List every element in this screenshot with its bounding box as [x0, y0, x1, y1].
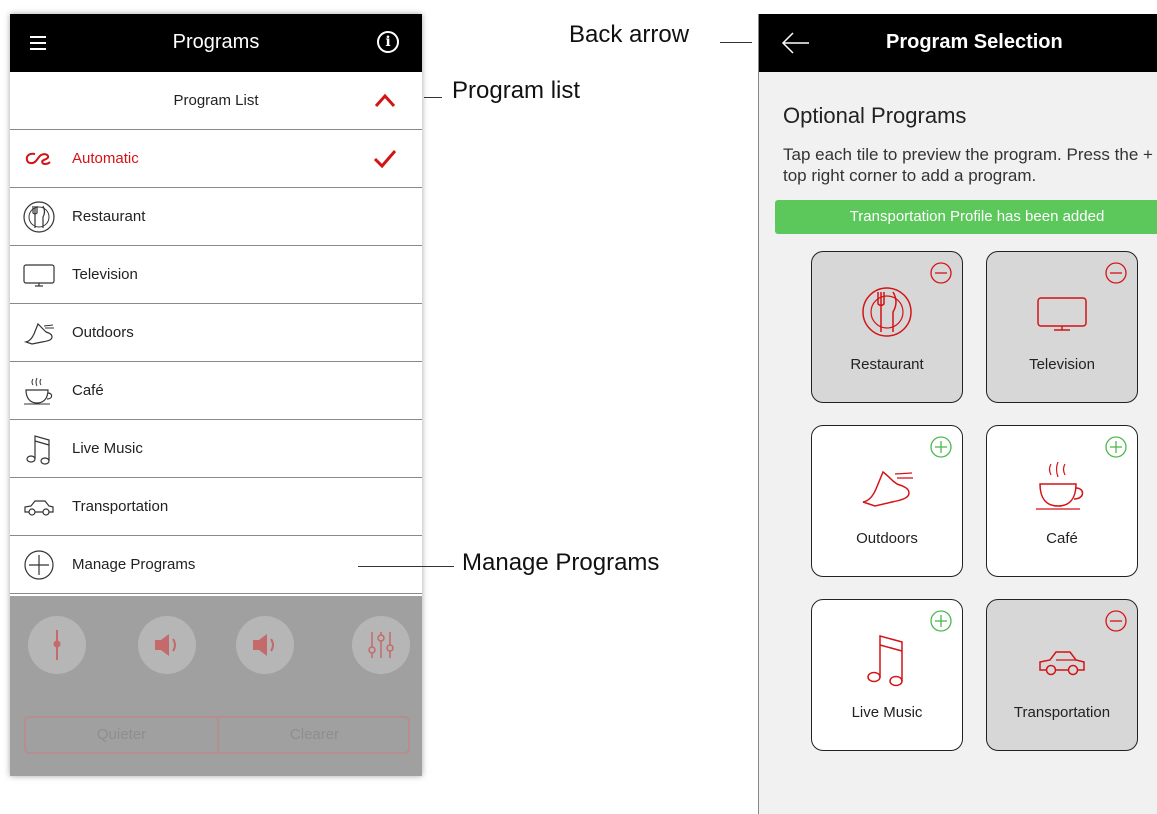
tile-television[interactable]: Television	[986, 251, 1138, 403]
program-list-leader-line	[424, 97, 442, 98]
instructions-text: Tap each tile to preview the program. Pr…	[783, 145, 1157, 185]
back-arrow-icon[interactable]	[781, 32, 811, 54]
back-arrow-leader-line	[720, 42, 752, 43]
tile-label: Television	[1029, 356, 1095, 373]
add-program-icon[interactable]	[930, 436, 952, 458]
back-arrow-annotation: Back arrow	[569, 21, 690, 48]
program-item-restaurant[interactable]: Restaurant	[10, 188, 422, 246]
program-item-cafe[interactable]: Café	[10, 362, 422, 420]
info-icon[interactable]: i	[377, 31, 399, 53]
clearer-option: Clearer	[289, 726, 340, 743]
confirmation-banner: Transportation Profile has been added	[775, 200, 1157, 234]
equalizer-button	[352, 616, 410, 674]
tile-label: Café	[1046, 530, 1078, 547]
coffee-cup-icon	[24, 377, 53, 405]
program-label: Café	[72, 382, 104, 399]
tile-outdoors[interactable]: Outdoors	[811, 425, 963, 577]
program-item-transportation[interactable]: Transportation	[10, 478, 422, 536]
program-label: Restaurant	[72, 208, 146, 225]
screen-title: Programs	[172, 31, 260, 53]
tile-transportation[interactable]: Transportation	[986, 599, 1138, 751]
car-icon	[1039, 651, 1085, 676]
dimmed-controls-overlay: Quieter Clearer	[10, 596, 422, 776]
remove-program-icon[interactable]	[1105, 610, 1127, 632]
program-list-label: Program List	[173, 92, 259, 109]
tile-label: Transportation	[1013, 704, 1111, 721]
programs-screen: Programs i Program List Automatic Restau…	[10, 14, 422, 776]
manage-programs-row[interactable]: Manage Programs	[10, 536, 422, 594]
tile-label: Restaurant	[850, 356, 924, 373]
tile-live-music[interactable]: Live Music	[811, 599, 963, 751]
program-item-automatic[interactable]: Automatic	[10, 130, 422, 188]
running-shoe-icon	[23, 322, 54, 345]
section-heading: Optional Programs	[783, 103, 967, 128]
music-note-icon	[867, 635, 903, 687]
remove-program-icon[interactable]	[1105, 262, 1127, 284]
volume-slider-button	[28, 616, 86, 674]
remove-program-icon[interactable]	[930, 262, 952, 284]
coffee-cup-icon	[1036, 461, 1084, 510]
top-bar: Program Selection	[759, 14, 1157, 72]
add-program-icon[interactable]	[1105, 436, 1127, 458]
tile-restaurant[interactable]: Restaurant	[811, 251, 963, 403]
program-label: Outdoors	[72, 324, 134, 341]
speaker-icon	[155, 634, 176, 656]
tile-label: Live Music	[851, 704, 923, 721]
top-bar: Programs i	[10, 14, 422, 72]
program-list-annotation: Program list	[452, 77, 581, 104]
plus-circle-icon	[24, 550, 54, 580]
television-icon	[1037, 297, 1087, 331]
automatic-logo-icon	[25, 152, 51, 166]
speaker-icon	[253, 634, 274, 656]
program-selection-screen: Program Selection Optional Programs Tap …	[758, 14, 1157, 814]
program-label: Transportation	[72, 498, 169, 515]
program-list-header[interactable]: Program List	[10, 72, 422, 130]
screen-title: Program Selection	[886, 31, 1063, 53]
tile-label: Outdoors	[856, 530, 918, 547]
fork-knife-plate-icon	[23, 201, 55, 233]
equalizer-icon	[368, 632, 394, 658]
add-program-icon[interactable]	[930, 610, 952, 632]
chevron-up-icon[interactable]	[374, 92, 396, 108]
quieter-option: Quieter	[96, 726, 147, 743]
manage-programs-annotation: Manage Programs	[462, 549, 660, 576]
program-label: Television	[72, 266, 138, 283]
program-item-outdoors[interactable]: Outdoors	[10, 304, 422, 362]
right-volume-button	[236, 616, 294, 674]
checkmark-icon	[373, 150, 397, 169]
program-label: Live Music	[72, 440, 143, 457]
music-note-icon	[26, 435, 50, 465]
program-item-live-music[interactable]: Live Music	[10, 420, 422, 478]
left-volume-button	[138, 616, 196, 674]
television-icon	[23, 264, 55, 287]
tile-cafe[interactable]: Café	[986, 425, 1138, 577]
running-shoe-icon	[862, 470, 913, 507]
program-label: Automatic	[72, 150, 139, 167]
quieter-clearer-toggle: Quieter Clearer	[24, 716, 410, 754]
fork-knife-plate-icon	[862, 287, 912, 337]
program-item-television[interactable]: Television	[10, 246, 422, 304]
car-icon	[24, 500, 54, 516]
slider-icon	[53, 630, 61, 660]
program-label: Manage Programs	[72, 556, 196, 573]
manage-programs-leader-line	[358, 566, 454, 567]
